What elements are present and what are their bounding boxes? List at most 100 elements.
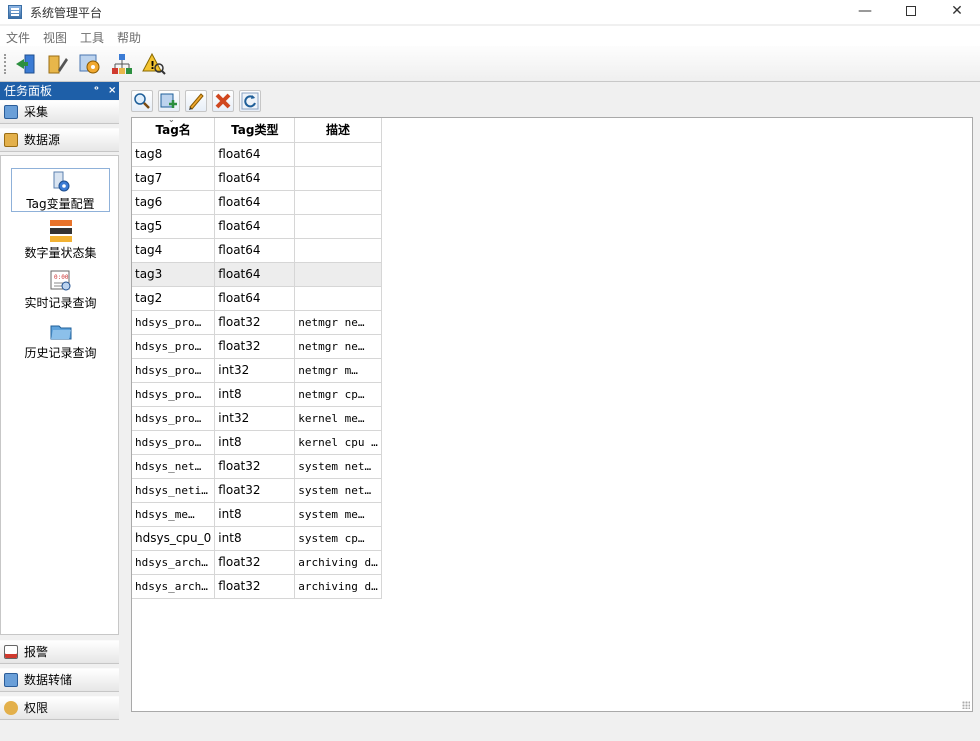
- delete-button[interactable]: [212, 90, 234, 112]
- table-row[interactable]: tag6 float64: [132, 190, 382, 215]
- table-row[interactable]: hdsys_pro… int32 kernel me…: [132, 406, 382, 431]
- table-row[interactable]: tag8 float64: [132, 142, 382, 167]
- cell-tag-type: int8: [214, 502, 296, 527]
- column-header-description[interactable]: 描述: [294, 118, 382, 143]
- menu-file[interactable]: 文件: [6, 29, 30, 46]
- table-row[interactable]: hdsys_pro… int8 kernel cpu …: [132, 430, 382, 455]
- sort-indicator-icon: ⌄: [168, 115, 175, 124]
- resize-grip[interactable]: [962, 701, 970, 709]
- refresh-icon: [241, 92, 259, 110]
- maximize-icon: [906, 6, 916, 16]
- tag-config-icon: [53, 171, 69, 192]
- cell-tag-type: float32: [214, 310, 296, 335]
- cell-tag-name: hdsys_pro…: [132, 358, 216, 383]
- cell-description: [294, 262, 382, 287]
- menu-tools[interactable]: 工具: [80, 29, 104, 46]
- app-icon: [8, 5, 22, 19]
- permission-icon: [4, 701, 18, 715]
- table-row[interactable]: tag4 float64: [132, 238, 382, 263]
- toolbar-grip[interactable]: [4, 54, 6, 74]
- cell-description: kernel me…: [294, 406, 382, 431]
- cell-tag-type: float32: [214, 454, 296, 479]
- close-button[interactable]: ✕: [934, 0, 980, 24]
- cell-tag-name: tag3: [132, 262, 216, 287]
- tag-table: ⌄ Tag名 Tag类型 描述 tag8 float64 tag7 float64 tag…: [132, 115, 382, 599]
- task-panel-header: 任务面板 ᵒ ×: [0, 82, 119, 100]
- cell-description: netmgr ne…: [294, 334, 382, 359]
- column-header-tag-name[interactable]: ⌄ Tag名: [132, 115, 216, 143]
- pencil-icon: [189, 93, 204, 110]
- table-row[interactable]: hdsys_pro… float32 netmgr ne…: [132, 310, 382, 335]
- menu-view[interactable]: 视图: [43, 29, 67, 46]
- add-button[interactable]: [158, 90, 180, 112]
- table-row[interactable]: tag2 float64: [132, 286, 382, 311]
- cell-tag-name: hdsys_pro…: [132, 430, 216, 455]
- column-header-tag-type[interactable]: Tag类型: [214, 118, 296, 143]
- nav-section-label: 权限: [24, 701, 49, 715]
- cell-description: system cp…: [294, 526, 382, 551]
- tool-realtime-query[interactable]: 0:00 实时记录查询: [11, 268, 110, 312]
- table-row[interactable]: hdsys_neti… float32 system net…: [132, 478, 382, 503]
- data-dump-icon: [4, 673, 18, 687]
- menu-help[interactable]: 帮助: [117, 29, 141, 46]
- nav-section-permission[interactable]: 权限: [0, 696, 119, 720]
- cell-tag-name: hdsys_me…: [132, 502, 216, 527]
- alert-search-icon[interactable]: !: [142, 52, 166, 76]
- cell-description: [294, 286, 382, 311]
- svg-text:!: !: [150, 59, 155, 72]
- login-icon[interactable]: [14, 52, 38, 76]
- cell-tag-name: hdsys_cpu_0: [132, 526, 216, 551]
- digital-state-icon: [49, 220, 72, 242]
- cell-description: netmgr m…: [294, 358, 382, 383]
- cell-tag-name: tag4: [132, 238, 216, 263]
- delete-icon: [215, 93, 231, 109]
- table-row[interactable]: tag5 float64: [132, 214, 382, 239]
- table-row[interactable]: hdsys_arch… float32 archiving d…: [132, 550, 382, 575]
- panel-pin-icon[interactable]: ᵒ: [94, 82, 99, 100]
- cell-tag-name: tag8: [132, 142, 216, 167]
- tool-digital-state[interactable]: 数字量状态集: [11, 218, 110, 262]
- tool-label: 数字量状态集: [24, 246, 97, 260]
- alarm-icon: [4, 645, 18, 659]
- cell-tag-type: int32: [214, 358, 296, 383]
- nav-section-datasource[interactable]: 数据源: [0, 128, 119, 152]
- table-row[interactable]: hdsys_pro… int8 netmgr cp…: [132, 382, 382, 407]
- table-row[interactable]: tag7 float64: [132, 166, 382, 191]
- search-button[interactable]: [131, 90, 153, 112]
- settings-icon[interactable]: [78, 52, 102, 76]
- tool-history-query[interactable]: 历史记录查询: [11, 318, 110, 362]
- table-row[interactable]: hdsys_pro… float32 netmgr ne…: [132, 334, 382, 359]
- cell-tag-type: float32: [214, 334, 296, 359]
- table-row[interactable]: hdsys_me… int8 system me…: [132, 502, 382, 527]
- maximize-button[interactable]: [888, 0, 934, 24]
- cell-tag-name: hdsys_pro…: [132, 310, 216, 335]
- nav-section-data-dump[interactable]: 数据转储: [0, 668, 119, 692]
- cell-description: [294, 214, 382, 239]
- tool-tag-config[interactable]: Tag变量配置: [11, 168, 110, 212]
- table-row[interactable]: hdsys_pro… int32 netmgr m…: [132, 358, 382, 383]
- cell-tag-type: float64: [214, 262, 296, 287]
- cell-tag-type: float32: [214, 574, 296, 599]
- edit-tool-icon[interactable]: [46, 52, 70, 76]
- refresh-button[interactable]: [239, 90, 261, 112]
- nav-section-label: 采集: [24, 105, 49, 119]
- cell-description: netmgr cp…: [294, 382, 382, 407]
- table-row[interactable]: hdsys_arch… float32 archiving d…: [132, 574, 382, 599]
- minimize-button[interactable]: —: [842, 0, 888, 24]
- tool-label: 历史记录查询: [24, 346, 97, 360]
- cell-description: system net…: [294, 454, 382, 479]
- nav-section-alarm[interactable]: 报警: [0, 640, 119, 664]
- nav-section-collect[interactable]: 采集: [0, 100, 119, 124]
- svg-text:0:00: 0:00: [54, 274, 69, 281]
- cell-tag-name: tag2: [132, 286, 216, 311]
- panel-close-icon[interactable]: ×: [108, 82, 116, 100]
- cell-tag-type: int8: [214, 382, 296, 407]
- table-row[interactable]: tag3 float64: [132, 262, 382, 287]
- edit-button[interactable]: [185, 90, 207, 112]
- cell-description: system net…: [294, 478, 382, 503]
- add-icon: [160, 93, 177, 108]
- search-icon: [134, 93, 150, 109]
- table-row[interactable]: hdsys_net… float32 system net…: [132, 454, 382, 479]
- table-row[interactable]: hdsys_cpu_0 int8 system cp…: [132, 526, 382, 551]
- network-icon[interactable]: [110, 52, 134, 76]
